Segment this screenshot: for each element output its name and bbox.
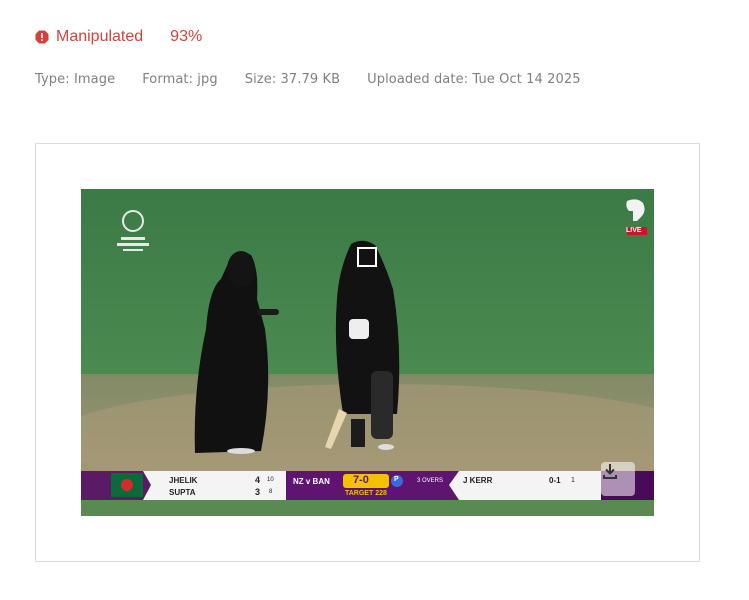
manipulation-detection-box bbox=[357, 247, 377, 267]
meta-format: Format: jpg bbox=[142, 72, 218, 87]
download-icon bbox=[603, 464, 617, 479]
team-score: 7-0 bbox=[353, 474, 369, 486]
powerplay-badge: P bbox=[394, 476, 399, 483]
batter1-runs: 4 bbox=[255, 475, 261, 485]
batter1-name: JHELIK bbox=[169, 476, 198, 485]
meta-uploaded-date: Uploaded date: Tue Oct 14 2025 bbox=[367, 72, 581, 87]
image-preview-card: JHELIK 4 10 SUPTA 3 8 NZ v BAN 7-0 P 3 O… bbox=[35, 143, 700, 562]
meta-type: Type: Image bbox=[35, 72, 116, 87]
bowler-figures: 0-1 bbox=[549, 476, 561, 485]
batter2-runs: 3 bbox=[255, 487, 261, 497]
download-button[interactable] bbox=[601, 462, 635, 496]
analyzed-image: JHELIK 4 10 SUPTA 3 8 NZ v BAN 7-0 P 3 O… bbox=[81, 189, 654, 516]
file-meta: Type: Image Format: jpg Size: 37.79 KB U… bbox=[35, 72, 608, 87]
octagon-alert-icon bbox=[35, 30, 49, 44]
verdict-row: Manipulated 93% bbox=[35, 27, 202, 47]
bowler-name: J KERR bbox=[463, 476, 493, 485]
batter2-name: SUPTA bbox=[169, 488, 196, 497]
cricket-scene bbox=[81, 189, 654, 516]
overs-label: 3 OVERS bbox=[417, 478, 444, 484]
match-label: NZ v BAN bbox=[293, 477, 330, 486]
bowler-overs: 1 bbox=[571, 477, 575, 484]
target-label: TARGET 228 bbox=[345, 490, 387, 497]
verdict-score: 93% bbox=[170, 28, 203, 45]
verdict-label: Manipulated bbox=[56, 28, 144, 45]
live-badge: LIVE bbox=[626, 227, 642, 234]
batter2-balls: 8 bbox=[269, 489, 273, 495]
meta-size: Size: 37.79 KB bbox=[244, 72, 341, 87]
batter1-balls: 10 bbox=[267, 477, 274, 483]
